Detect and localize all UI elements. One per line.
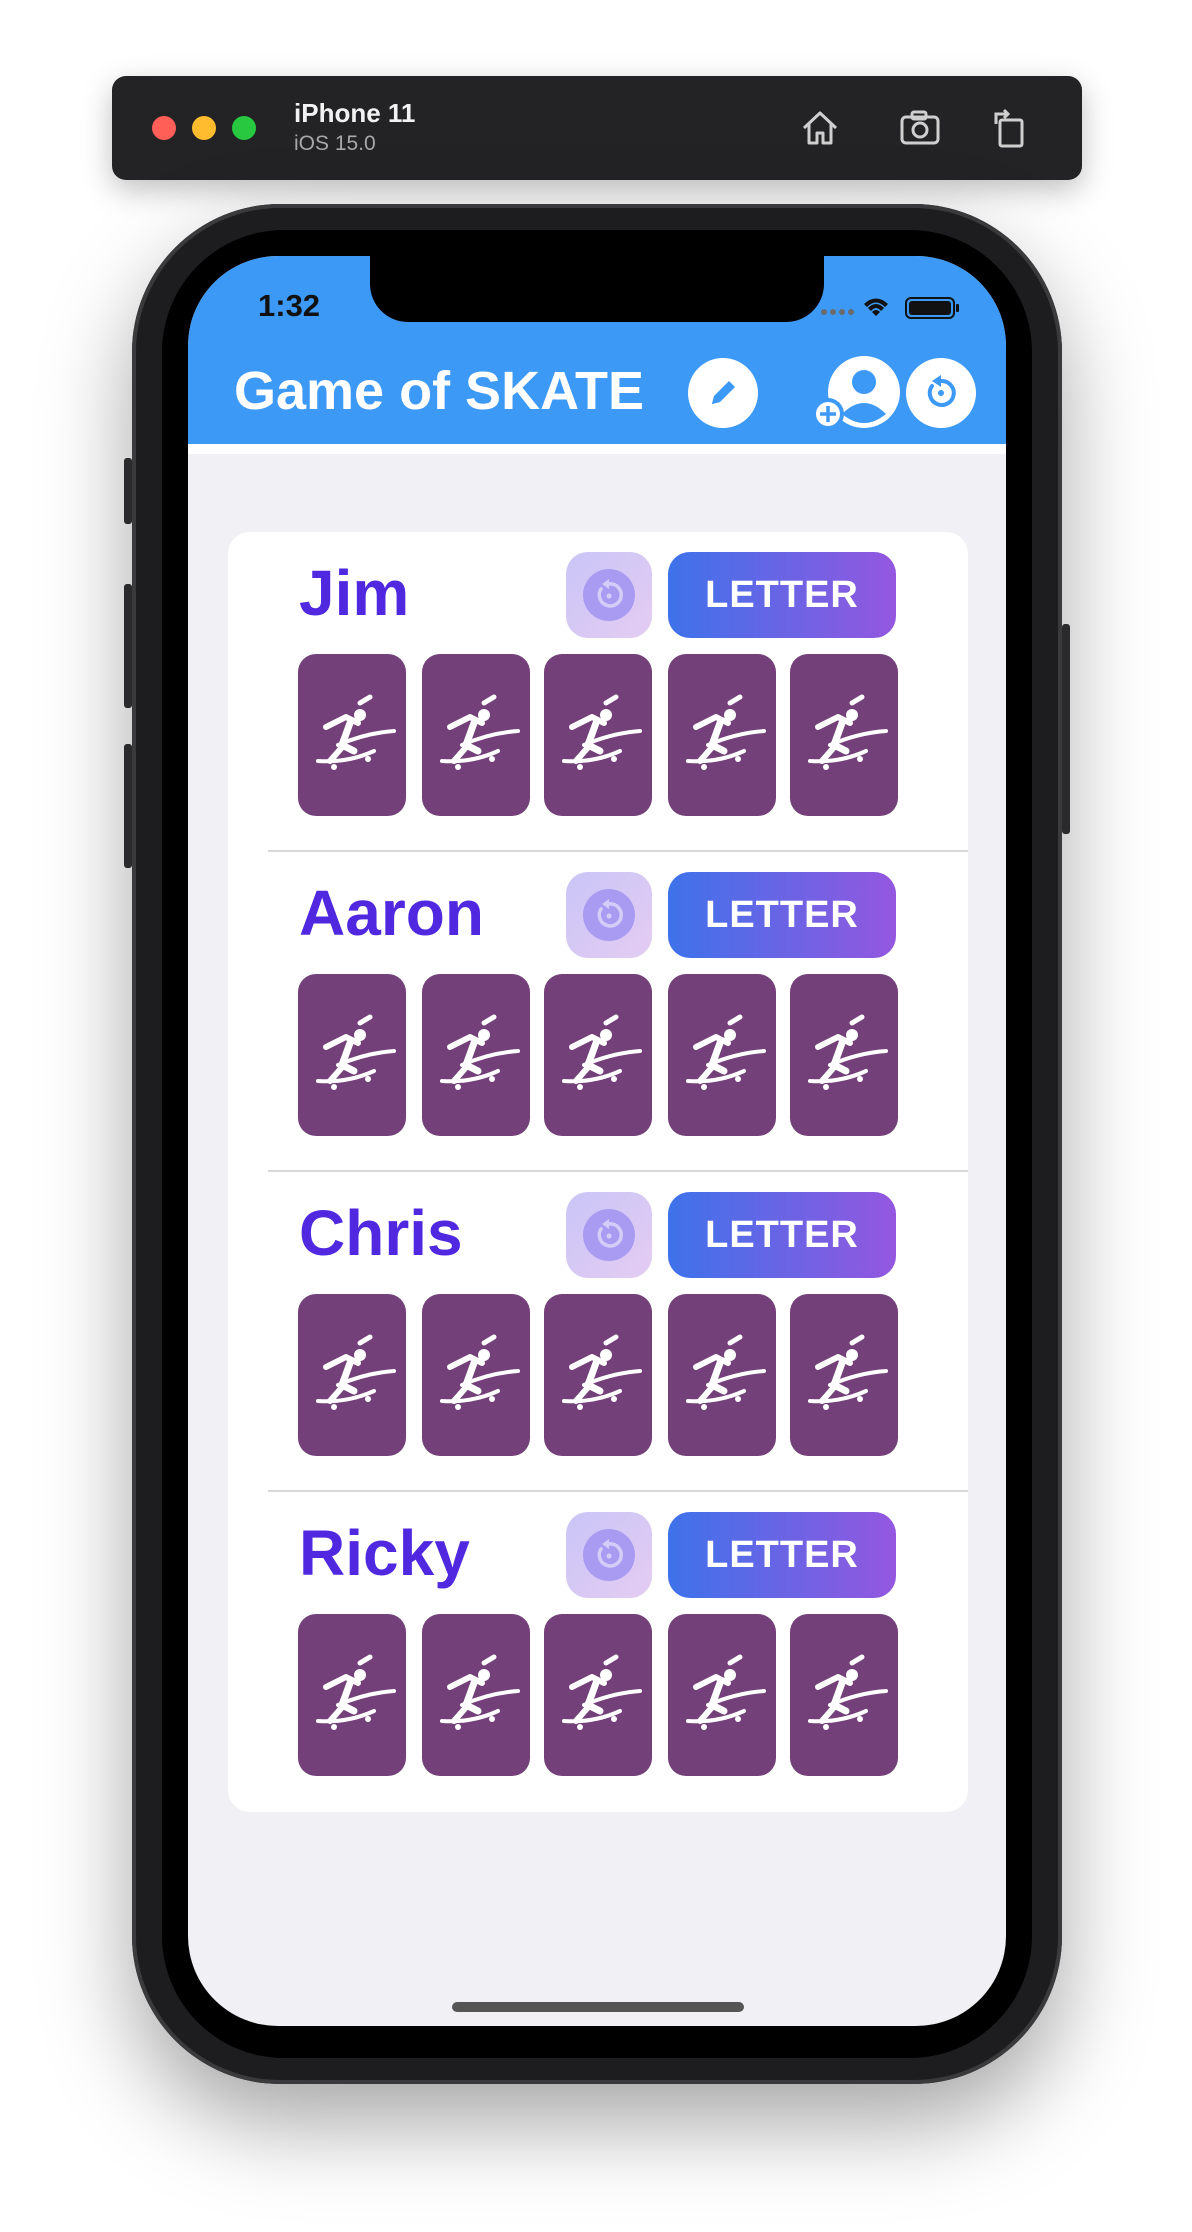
- letter-button[interactable]: LETTER: [668, 872, 896, 958]
- battery-icon: [905, 297, 959, 319]
- home-indicator[interactable]: [452, 2002, 744, 2012]
- player-row: Ricky LETTER: [228, 1492, 968, 1812]
- skater-icon: [440, 694, 520, 770]
- mute-switch: [124, 458, 132, 524]
- letter-tile: [422, 654, 530, 816]
- letter-button[interactable]: LETTER: [668, 1192, 896, 1278]
- skater-icon: [562, 1654, 642, 1730]
- edit-button[interactable]: [688, 358, 758, 428]
- undo-icon: [583, 1209, 635, 1261]
- status-time: 1:32: [258, 288, 321, 323]
- app-title: Game of SKATE: [234, 361, 645, 421]
- skater-icon: [316, 1014, 396, 1090]
- skater-icon: [686, 1334, 766, 1410]
- skater-icon: [808, 694, 888, 770]
- letter-tile: [790, 1294, 898, 1456]
- skater-icon: [316, 1654, 396, 1730]
- player-row: Chris LETTER: [228, 1172, 968, 1492]
- simulator-device-name: iPhone 11: [294, 98, 416, 128]
- undo-letter-button[interactable]: [566, 552, 652, 638]
- skater-icon: [440, 1014, 520, 1090]
- undo-icon: [583, 889, 635, 941]
- wifi-icon: [864, 298, 888, 316]
- undo-letter-button[interactable]: [566, 1512, 652, 1598]
- letter-tile: [298, 1294, 406, 1456]
- letter-tile: [668, 1294, 776, 1456]
- notch: [370, 256, 824, 322]
- simulator-title-bar: iPhone 11 iOS 15.0: [112, 76, 1082, 180]
- player-name: Ricky: [299, 1517, 470, 1589]
- skater-icon: [440, 1334, 520, 1410]
- letter-tile: [298, 1614, 406, 1776]
- skater-icon: [440, 1654, 520, 1730]
- letter-tile: [298, 974, 406, 1136]
- letter-tile: [544, 654, 652, 816]
- volume-down-button: [124, 744, 132, 868]
- player-row: Aaron LETTER: [228, 852, 968, 1172]
- signal-icon: [821, 309, 854, 315]
- letter-button[interactable]: LETTER: [668, 1512, 896, 1598]
- undo-letter-button[interactable]: [566, 872, 652, 958]
- skater-icon: [562, 694, 642, 770]
- screenshot-icon[interactable]: [894, 102, 946, 154]
- letter-tile: [422, 974, 530, 1136]
- letter-tile: [298, 654, 406, 816]
- letter-tile: [422, 1614, 530, 1776]
- minimize-window-button[interactable]: [192, 116, 216, 140]
- undo-icon: [583, 569, 635, 621]
- player-name: Jim: [299, 557, 410, 629]
- skater-icon: [562, 1014, 642, 1090]
- letter-tile: [790, 974, 898, 1136]
- reset-game-button[interactable]: [906, 358, 976, 428]
- letter-tile: [790, 1614, 898, 1776]
- skater-icon: [562, 1334, 642, 1410]
- letter-tile: [544, 1614, 652, 1776]
- close-window-button[interactable]: [152, 116, 176, 140]
- skater-icon: [686, 1014, 766, 1090]
- undo-letter-button[interactable]: [566, 1192, 652, 1278]
- app-screen: 1:32 Game of SKATE Jim LETTER Aaron LETT…: [188, 256, 1006, 2026]
- iphone-frame: 1:32 Game of SKATE Jim LETTER Aaron LETT…: [124, 204, 1070, 2084]
- skater-icon: [686, 694, 766, 770]
- skater-icon: [316, 694, 396, 770]
- letter-tile: [422, 1294, 530, 1456]
- skater-icon: [808, 1014, 888, 1090]
- volume-up-button: [124, 584, 132, 708]
- letter-tile: [790, 654, 898, 816]
- player-row: Jim LETTER: [228, 532, 968, 852]
- player-name: Chris: [299, 1197, 463, 1269]
- letter-button[interactable]: LETTER: [668, 552, 896, 638]
- skater-icon: [808, 1654, 888, 1730]
- add-player-button[interactable]: [812, 352, 900, 432]
- simulator-os-version: iOS 15.0: [294, 132, 376, 155]
- players-card: Jim LETTER Aaron LETTER Chris LETTER Ric…: [228, 532, 968, 1812]
- rotate-icon[interactable]: [984, 102, 1036, 154]
- add-player-icon: [812, 356, 900, 430]
- letter-tile: [544, 1294, 652, 1456]
- zoom-window-button[interactable]: [232, 116, 256, 140]
- reset-game-icon: [927, 375, 956, 407]
- player-name: Aaron: [299, 877, 484, 949]
- letter-tile: [544, 974, 652, 1136]
- skater-icon: [808, 1334, 888, 1410]
- skater-icon: [686, 1654, 766, 1730]
- edit-pencil-icon: [712, 381, 735, 404]
- status-icons: [821, 297, 959, 319]
- undo-icon: [583, 1529, 635, 1581]
- letter-tile: [668, 1614, 776, 1776]
- power-button: [1062, 624, 1070, 834]
- letter-tile: [668, 974, 776, 1136]
- letter-tile: [668, 654, 776, 816]
- home-icon[interactable]: [794, 102, 846, 154]
- skater-icon: [316, 1334, 396, 1410]
